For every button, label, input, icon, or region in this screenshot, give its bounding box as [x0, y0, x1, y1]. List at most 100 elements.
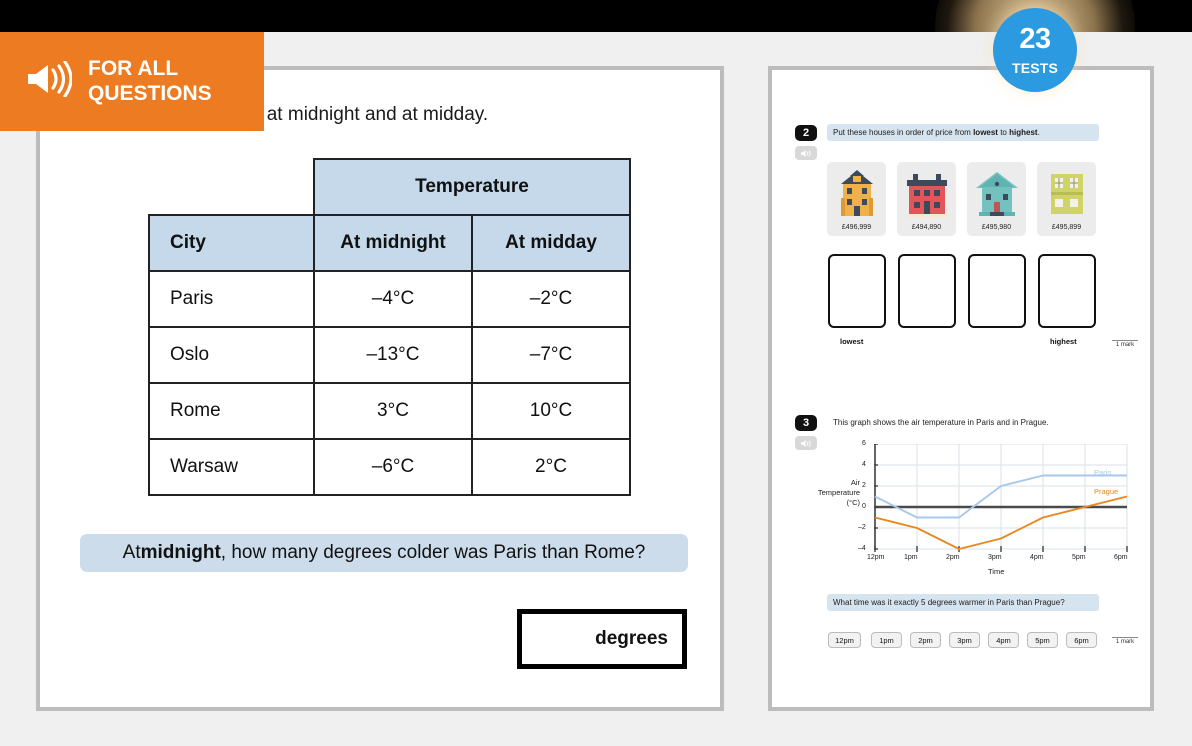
question-2-text: Put these houses in order of price from …: [827, 124, 1099, 141]
speaker-icon[interactable]: [795, 146, 817, 160]
table-cell-midday: –7°C: [471, 326, 631, 384]
table-row: Oslo –13°C –7°C: [148, 326, 631, 384]
y-tick-label: –2: [858, 524, 866, 531]
temperature-table: Temperature City At midnight At midday P…: [148, 158, 631, 496]
zoomed-question-panel: atures in four cities at midnight and at…: [36, 66, 724, 711]
table-cell-city: Rome: [148, 382, 315, 440]
page-preview-panel: 2 Put these houses in order of price fro…: [768, 66, 1154, 711]
answer-unit-label: degrees: [595, 628, 668, 649]
house-price: £495,980: [981, 224, 1012, 231]
mark-label: 1 mark: [1112, 637, 1138, 645]
banner-text: FOR ALL QUESTIONS: [88, 57, 212, 107]
chart-y-axis-title: Air Temperature (°C): [798, 478, 860, 508]
house-price: £494,890: [911, 224, 942, 231]
q2-text-prefix: Put these houses in order of price from: [833, 128, 974, 137]
house-price: £496,999: [841, 224, 872, 231]
table-header-at-midnight: At midnight: [313, 214, 473, 272]
question-3-text: This graph shows the air temperature in …: [833, 418, 1049, 427]
q2-bold-highest: highest: [1009, 128, 1038, 137]
option-button[interactable]: 5pm: [1027, 632, 1058, 648]
table-row: Warsaw –6°C 2°C: [148, 438, 631, 496]
house-price: £495,899: [1051, 224, 1082, 231]
house-icon: [835, 168, 879, 227]
question-number-badge-2: 2: [795, 125, 817, 141]
drop-label-highest: highest: [1050, 337, 1077, 346]
house-icon: [1045, 168, 1089, 227]
banner-line-1: FOR ALL: [88, 56, 179, 80]
table-cell-midnight: –4°C: [313, 270, 473, 328]
table-cell-midday: 10°C: [471, 382, 631, 440]
table-corner-spacer: [149, 159, 314, 215]
table-cell-midday: 2°C: [471, 438, 631, 496]
y-axis-title-line-3: (°C): [846, 498, 860, 508]
y-tick-label: 4: [862, 461, 866, 468]
option-button[interactable]: 4pm: [988, 632, 1019, 648]
table-row: Rome 3°C 10°C: [148, 382, 631, 440]
y-tick-label: 6: [862, 440, 866, 447]
x-tick-label: 4pm: [1030, 554, 1044, 561]
temperature-line-chart: Air Temperature (°C) 6 4 2 0 –2 –4 12pm …: [798, 436, 1138, 576]
answer-input-box[interactable]: degrees: [517, 609, 687, 669]
y-tick-label: 0: [862, 503, 866, 510]
house-icon: [973, 168, 1021, 227]
banner-line-2: QUESTIONS: [88, 81, 212, 105]
table-cell-city: Warsaw: [148, 438, 315, 496]
legend-label-prague: Prague: [1094, 487, 1119, 496]
table-row: Paris –4°C –2°C: [148, 270, 631, 328]
tests-count-badge[interactable]: 23 TESTS: [993, 8, 1077, 92]
question-number-badge-3: 3: [795, 415, 817, 431]
option-button[interactable]: 1pm: [871, 632, 902, 648]
table-header-at-midday: At midday: [471, 214, 631, 272]
house-option-card[interactable]: £495,899: [1037, 162, 1096, 236]
table-cell-midnight: –13°C: [313, 326, 473, 384]
prompt-suffix: , how many degrees colder was Paris than…: [220, 542, 646, 563]
question-3-subquestion: What time was it exactly 5 degrees warme…: [827, 594, 1099, 611]
q2-bold-lowest: lowest: [973, 128, 998, 137]
drop-slot[interactable]: [1038, 254, 1096, 328]
table-group-header-temperature: Temperature: [313, 158, 631, 216]
question-prompt-bar: At midnight, how many degrees colder was…: [80, 534, 688, 572]
option-button[interactable]: 3pm: [949, 632, 980, 648]
table-group-header-row: Temperature: [149, 158, 631, 216]
drop-label-lowest: lowest: [840, 337, 864, 346]
x-tick-label: 1pm: [904, 554, 918, 561]
legend-label-paris: Paris: [1094, 468, 1112, 477]
house-icon: [903, 168, 951, 227]
mark-label: 1 mark: [1112, 340, 1138, 348]
x-tick-label: 6pm: [1114, 554, 1128, 561]
tests-count-label: TESTS: [1011, 60, 1059, 76]
option-button[interactable]: 12pm: [828, 632, 861, 648]
x-tick-label: 5pm: [1072, 554, 1086, 561]
option-button[interactable]: 2pm: [910, 632, 941, 648]
y-tick-label: 2: [862, 482, 866, 489]
drop-slot[interactable]: [968, 254, 1026, 328]
table-cell-midnight: –6°C: [313, 438, 473, 496]
q2-text-suffix: .: [1037, 128, 1040, 137]
house-option-card[interactable]: £494,890: [897, 162, 956, 236]
drop-slot[interactable]: [898, 254, 956, 328]
speaker-icon: [26, 60, 73, 102]
table-cell-city: Oslo: [148, 326, 315, 384]
y-tick-label: –4: [858, 545, 866, 552]
for-all-questions-banner[interactable]: FOR ALL QUESTIONS: [0, 32, 264, 131]
chart-plot-area: [874, 444, 1128, 552]
table-cell-city: Paris: [148, 270, 315, 328]
tests-count-number: 23: [1019, 23, 1051, 55]
house-option-card[interactable]: £496,999: [827, 162, 886, 236]
option-button[interactable]: 6pm: [1066, 632, 1097, 648]
house-option-card[interactable]: £495,980: [967, 162, 1026, 236]
table-header-city: City: [148, 214, 315, 272]
x-tick-label: 12pm: [867, 554, 885, 561]
drop-slot[interactable]: [828, 254, 886, 328]
y-axis-title-line-2: Temperature: [817, 488, 860, 498]
table-cell-midday: –2°C: [471, 270, 631, 328]
x-tick-label: 3pm: [988, 554, 1002, 561]
chart-x-axis-title: Time: [988, 567, 1005, 576]
q2-text-middle: to: [997, 128, 1010, 137]
prompt-bold-word: midnight: [140, 542, 221, 563]
y-axis-title-line-1: Air: [850, 478, 860, 487]
prompt-prefix: At: [122, 542, 141, 563]
table-header-row: City At midnight At midday: [148, 214, 631, 272]
table-cell-midnight: 3°C: [313, 382, 473, 440]
x-tick-label: 2pm: [946, 554, 960, 561]
